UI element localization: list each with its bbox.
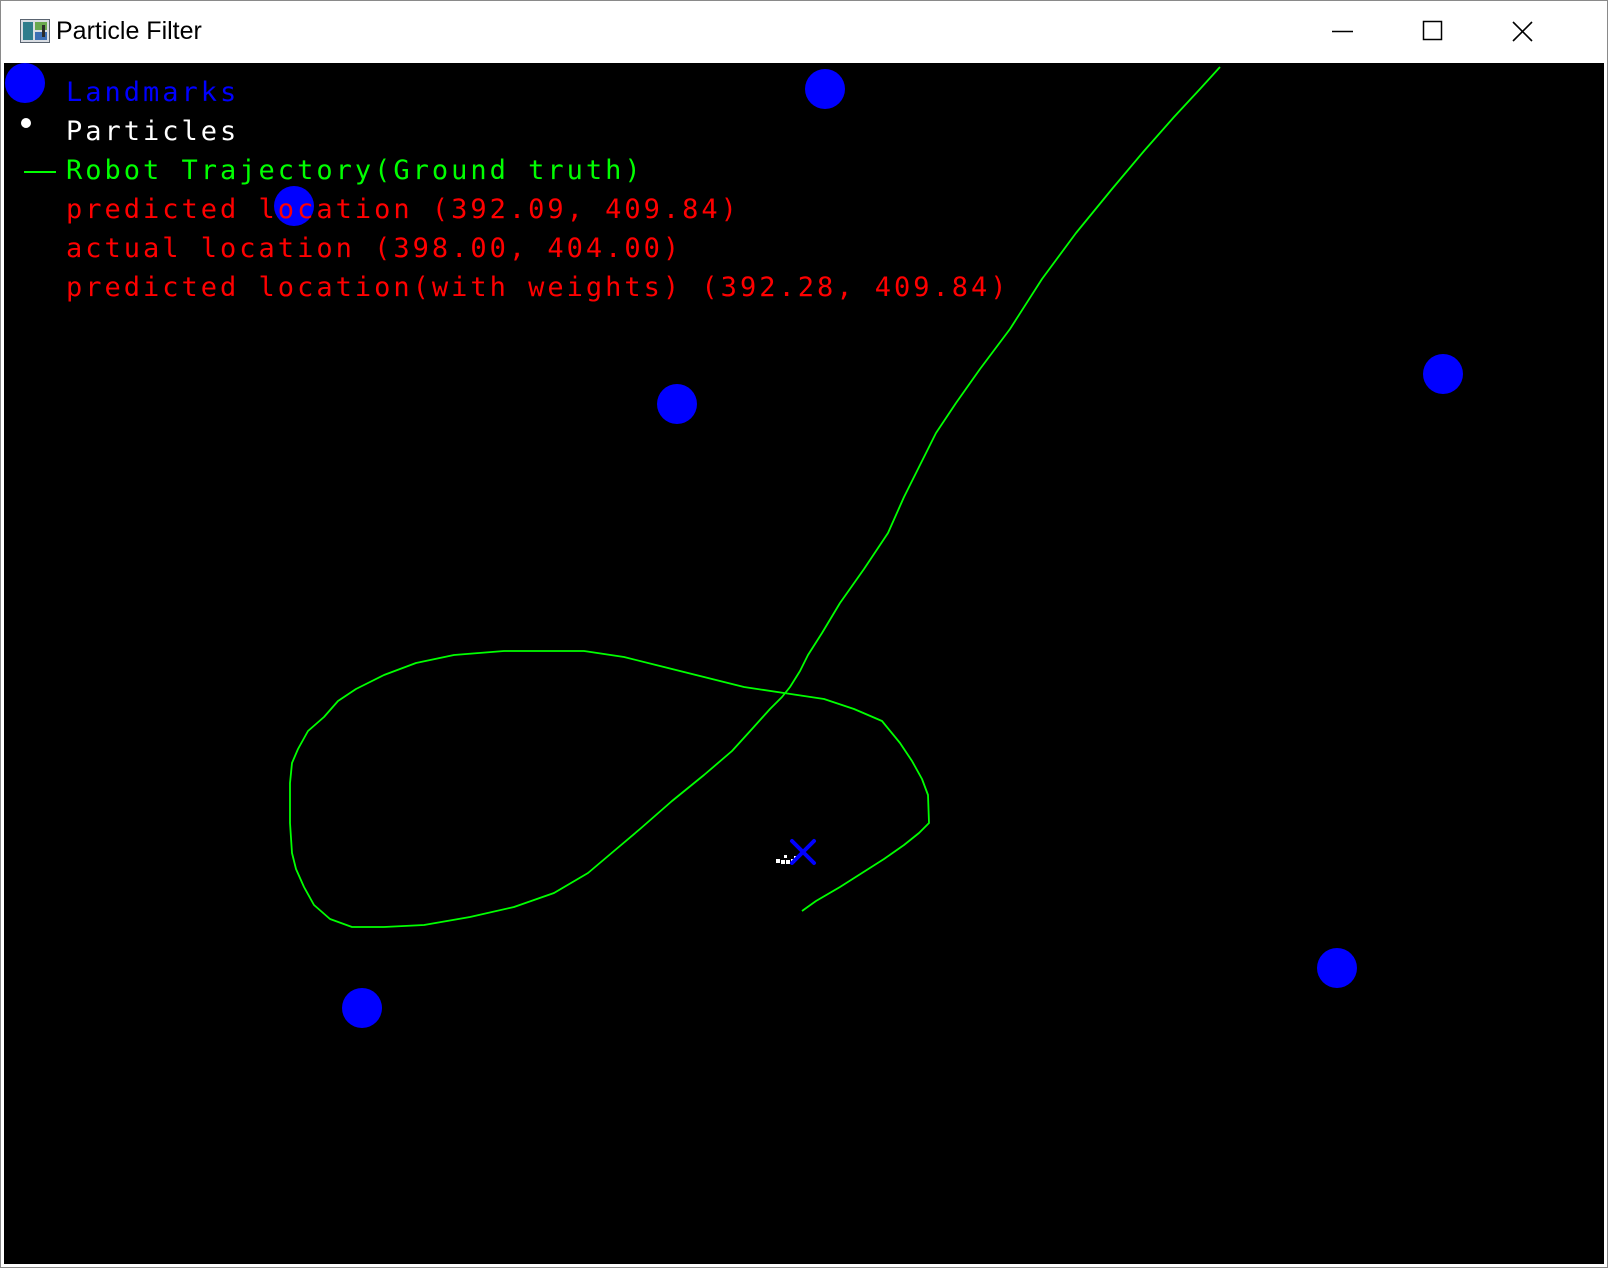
landmark-marker bbox=[5, 63, 45, 103]
predicted-location-text: predicted location (392.09, 409.84) bbox=[66, 194, 740, 225]
app-icon bbox=[20, 19, 50, 43]
particle-filter-canvas: Landmarks Particles Robot Trajectory(Gro… bbox=[4, 63, 1604, 1264]
legend-trajectory-label: Robot Trajectory(Ground truth) bbox=[66, 155, 644, 186]
actual-location-text: actual location (398.00, 404.00) bbox=[66, 233, 683, 264]
legend-particles-label: Particles bbox=[66, 116, 240, 147]
landmark-marker bbox=[657, 384, 697, 424]
close-button[interactable] bbox=[1481, 1, 1573, 63]
landmark-marker bbox=[1423, 354, 1463, 394]
landmark-marker bbox=[342, 988, 382, 1028]
x-marker-icon bbox=[790, 839, 816, 865]
title-bar[interactable]: Particle Filter bbox=[1, 1, 1607, 63]
landmark-marker bbox=[805, 69, 845, 109]
legend-landmarks-label: Landmarks bbox=[66, 77, 240, 108]
window-title: Particle Filter bbox=[56, 17, 202, 45]
predicted-location-weights-text: predicted location(with weights) (392.28… bbox=[66, 272, 1010, 303]
minimize-button[interactable] bbox=[1297, 1, 1389, 63]
landmark-marker bbox=[1317, 948, 1357, 988]
maximize-button[interactable] bbox=[1389, 1, 1481, 63]
particle-legend-dot bbox=[21, 118, 31, 128]
particle-filter-window: Particle Filter Landmarks Particles Robo… bbox=[0, 0, 1608, 1268]
